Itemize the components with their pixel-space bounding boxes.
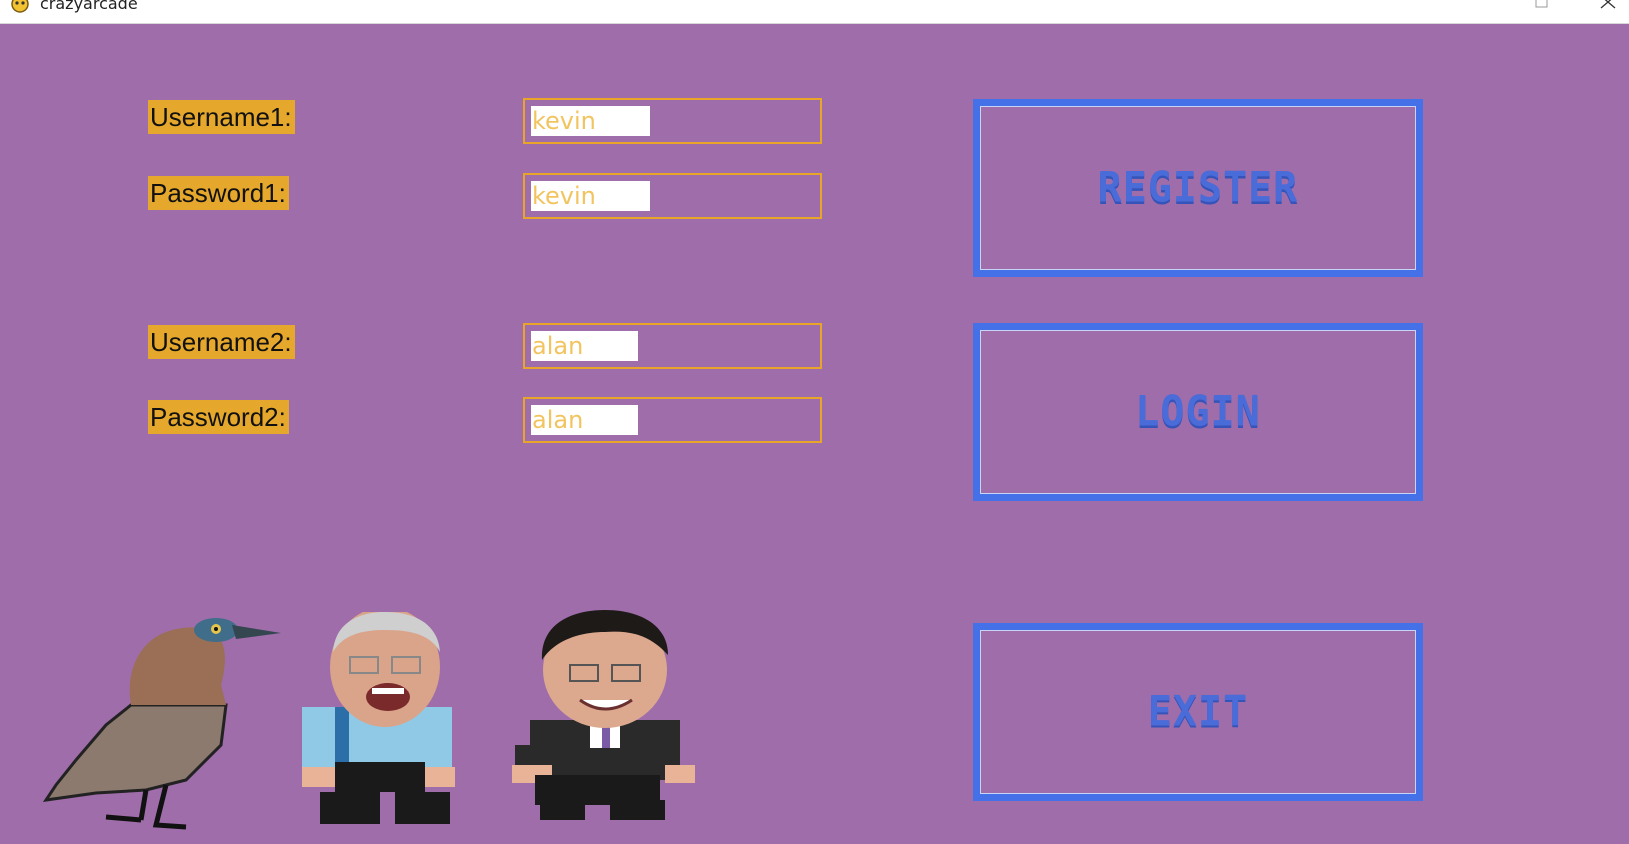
login-button[interactable]: LOGIN: [973, 323, 1423, 501]
password2-field[interactable]: [523, 397, 822, 443]
password2-input[interactable]: [531, 405, 638, 435]
username2-label: Username2:: [148, 325, 295, 359]
bird-character: [42, 618, 281, 830]
window-title: crazyarcade: [40, 0, 138, 13]
username1-label: Username1:: [148, 100, 295, 134]
player-character-2: [512, 610, 695, 820]
password1-field[interactable]: [523, 173, 822, 219]
exit-button[interactable]: EXIT: [973, 623, 1423, 801]
player-character-1: [302, 612, 455, 824]
app-icon: [11, 0, 29, 13]
password1-label: Password1:: [148, 176, 289, 210]
username2-input[interactable]: [531, 331, 638, 361]
username1-field[interactable]: [523, 98, 822, 144]
register-button[interactable]: REGISTER: [973, 99, 1423, 277]
close-icon[interactable]: [1596, 0, 1620, 18]
login-button-label: LOGIN: [1135, 387, 1261, 437]
register-button-label: REGISTER: [1097, 163, 1299, 213]
password2-label: Password2:: [148, 400, 289, 434]
window-title-bar: crazyarcade: [0, 0, 1629, 24]
exit-button-label: EXIT: [1147, 687, 1249, 737]
password1-input[interactable]: [531, 181, 650, 211]
username2-field[interactable]: [523, 323, 822, 369]
maximize-icon[interactable]: [1530, 0, 1554, 18]
username1-input[interactable]: [531, 106, 650, 136]
